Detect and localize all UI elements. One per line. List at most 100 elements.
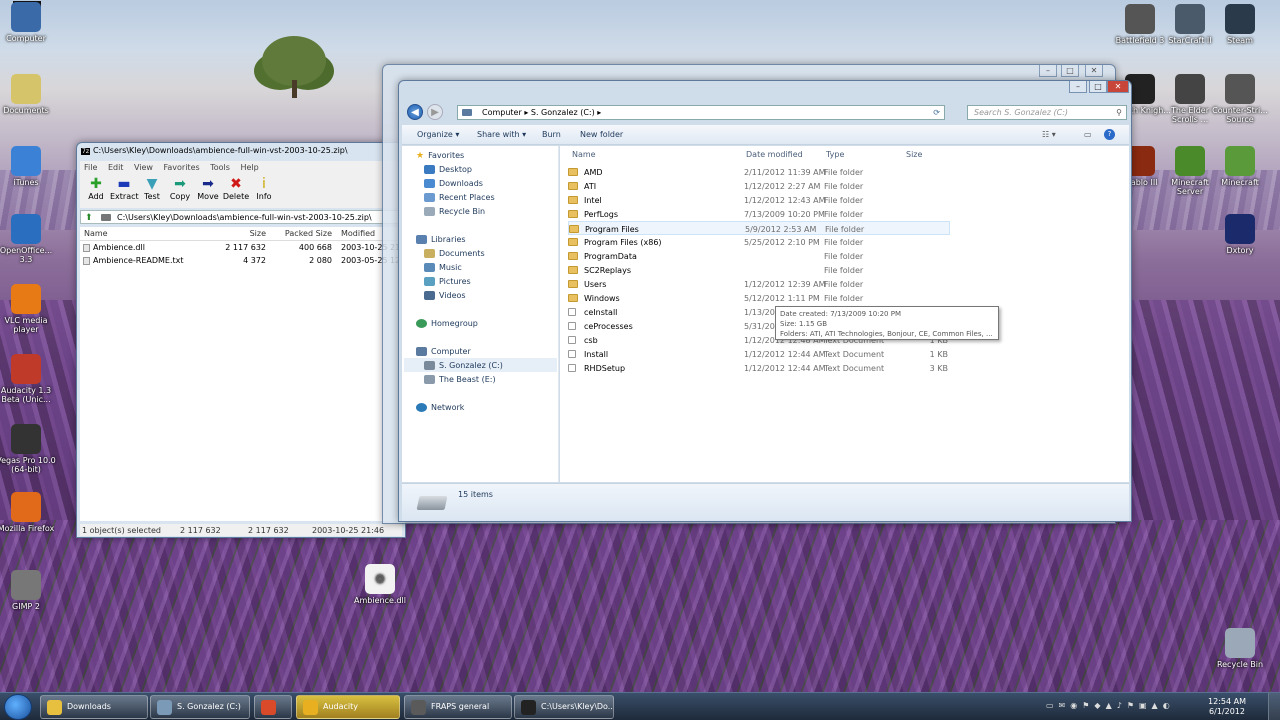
nav-homegroup[interactable]: Homegroup xyxy=(416,319,478,328)
close-button[interactable]: ✕ xyxy=(1107,81,1129,93)
view-options-icon[interactable]: ☷ ▾ xyxy=(1042,130,1056,139)
nav-desktop[interactable]: Desktop xyxy=(424,165,472,174)
folder-row[interactable]: Windows 5/12/2012 1:11 PM File folder xyxy=(568,291,950,305)
up-folder-icon[interactable]: ⬆ xyxy=(85,212,93,225)
file-row[interactable]: Install 1/12/2012 12:44 AM Text Document 1 … xyxy=(568,347,950,361)
burn-button[interactable]: Burn xyxy=(542,130,561,139)
search-input[interactable]: Search S. Gonzalez (C:) ⚲ xyxy=(967,105,1127,120)
folder-row[interactable]: SC2Replays File folder xyxy=(568,263,950,277)
menu-edit[interactable]: Edit xyxy=(108,163,124,172)
nav-computer[interactable]: Computer xyxy=(416,347,471,356)
new-folder-button[interactable]: New folder xyxy=(580,130,623,139)
taskbar-button-0[interactable]: Downloads xyxy=(40,695,148,719)
taskbar-button-2[interactable] xyxy=(254,695,292,719)
col-type[interactable]: Type xyxy=(826,150,844,159)
maximize-button[interactable]: □ xyxy=(1089,81,1107,93)
menu-tools[interactable]: Tools xyxy=(210,163,230,172)
folder-row[interactable]: ProgramData File folder xyxy=(568,249,950,263)
archive-row[interactable]: Ambience-README.txt 4 372 2 080 2003-05-25 … xyxy=(80,254,413,267)
back-button[interactable]: ◀ xyxy=(407,104,423,120)
organize-button[interactable]: Organize ▾ xyxy=(417,130,459,139)
file-row[interactable]: RHDSetup 1/12/2012 12:44 AM Text Document 3… xyxy=(568,361,950,375)
desktop-icon-itunes[interactable]: iTunes xyxy=(0,146,58,187)
clock[interactable]: 12:54 AM 6/1/2012 xyxy=(1208,697,1246,717)
col-size[interactable]: Size xyxy=(906,150,922,159)
sevenzip-address-bar[interactable]: ⬆ C:\Users\Kley\Downloads\ambience-full-… xyxy=(80,210,402,224)
breadcrumb-drive[interactable]: S. Gonzalez (C:) xyxy=(531,108,595,117)
minimize-button[interactable]: – xyxy=(1069,81,1087,93)
desktop-icon-vlc[interactable]: VLC media player xyxy=(0,284,58,334)
taskbar-button-3[interactable]: Audacity xyxy=(296,695,400,719)
archive-packed: 2 080 xyxy=(309,256,332,265)
col-packed-size[interactable]: Packed Size xyxy=(276,229,332,238)
explorer-address-bar[interactable]: Computer ▸ S. Gonzalez (C:) ▸ ⟳ xyxy=(457,105,945,120)
bg-minimize-button[interactable]: – xyxy=(1039,65,1057,77)
folder-row[interactable]: AMD 2/11/2012 11:39 AM File folder xyxy=(568,165,950,179)
taskbar-button-5[interactable]: C:\Users\Kley\Do... xyxy=(514,695,614,719)
col-size[interactable]: Size xyxy=(230,229,266,238)
nav-documents[interactable]: Documents xyxy=(424,249,485,258)
col-date-modified[interactable]: Date modified xyxy=(746,150,803,159)
preview-pane-icon[interactable]: ▭ xyxy=(1084,130,1092,139)
share-with-button[interactable]: Share with ▾ xyxy=(477,130,526,139)
desktop-icon-documents[interactable]: Documents xyxy=(0,74,58,115)
show-desktop-button[interactable] xyxy=(1268,693,1280,720)
nav-documents-label: Documents xyxy=(439,249,485,258)
nav-drive-e[interactable]: The Beast (E:) xyxy=(424,375,496,384)
col-modified[interactable]: Modified xyxy=(341,229,375,238)
desktop-icon-recycle-bin[interactable]: Recycle Bin xyxy=(1208,628,1272,669)
desktop-icon-counterstrike[interactable]: Counter-Stri... Source xyxy=(1208,74,1272,124)
desktop-icon-audacity[interactable]: Audacity 1.3 Beta (Unic... xyxy=(0,354,58,404)
archive-row[interactable]: Ambience.dll 2 117 632 400 668 2003-10-25 2… xyxy=(80,241,413,254)
bg-maximize-button[interactable]: □ xyxy=(1061,65,1079,77)
desktop-icon-dxtory[interactable]: Dxtory xyxy=(1208,214,1272,255)
test-button[interactable]: ▼ Test xyxy=(138,177,166,202)
folder-row[interactable]: Program Files (x86) 5/25/2012 2:10 PM File… xyxy=(568,235,950,249)
desktop-icon-computer[interactable]: Computer xyxy=(0,2,58,43)
col-name[interactable]: Name xyxy=(572,150,596,159)
sevenzip-window[interactable]: 7z C:\Users\Kley\Downloads\ambience-full-… xyxy=(76,142,413,538)
help-icon[interactable]: ? xyxy=(1104,129,1115,140)
copy-button[interactable]: ➡ Copy xyxy=(166,177,194,202)
desktop-icon-firefox[interactable]: Mozilla Firefox xyxy=(0,492,58,533)
nav-pictures[interactable]: Pictures xyxy=(424,277,471,286)
nav-favorites[interactable]: ★ Favorites xyxy=(416,151,464,161)
folder-row[interactable]: Users 1/12/2012 12:39 AM File folder xyxy=(568,277,950,291)
desktop-icon-minecraft[interactable]: Minecraft xyxy=(1208,146,1272,187)
col-name[interactable]: Name xyxy=(84,229,108,238)
menu-file[interactable]: File xyxy=(84,163,97,172)
add-button[interactable]: ✚ Add xyxy=(82,177,110,202)
taskbar-button-4[interactable]: FRAPS general xyxy=(404,695,512,719)
nav-videos[interactable]: Videos xyxy=(424,291,466,300)
nav-network[interactable]: Network xyxy=(416,403,464,412)
extract-button[interactable]: ▬ Extract xyxy=(110,177,139,202)
nav-downloads[interactable]: Downloads xyxy=(424,179,483,188)
start-button[interactable] xyxy=(4,694,32,720)
menu-help[interactable]: Help xyxy=(240,163,258,172)
nav-drive-c[interactable]: S. Gonzalez (C:) xyxy=(404,358,557,372)
desktop-icon-steam[interactable]: Steam xyxy=(1208,4,1272,45)
info-button[interactable]: i Info xyxy=(250,177,278,202)
forward-button[interactable]: ▶ xyxy=(427,104,443,120)
menu-favorites[interactable]: Favorites xyxy=(164,163,200,172)
nav-music[interactable]: Music xyxy=(424,263,462,272)
desktop-icon-openoffice[interactable]: OpenOffice... 3.3 xyxy=(0,214,58,264)
desktop-icon-vegas[interactable]: Vegas Pro 10.0 (64-bit) xyxy=(0,424,58,474)
folder-row[interactable]: Program Files 5/9/2012 2:53 AM File folder xyxy=(568,221,950,235)
refresh-icon[interactable]: ⟳ xyxy=(933,106,940,119)
nav-recycle-bin[interactable]: Recycle Bin xyxy=(424,207,485,216)
nav-libraries[interactable]: Libraries xyxy=(416,235,466,244)
menu-view[interactable]: View xyxy=(134,163,153,172)
desktop-file-ambience[interactable]: ⚙ Ambience.dll xyxy=(348,564,412,605)
desktop-icon-gimp[interactable]: GIMP 2 xyxy=(0,570,58,611)
nav-recent-places[interactable]: Recent Places xyxy=(424,193,495,202)
delete-button[interactable]: ✖ Delete xyxy=(222,177,250,202)
bg-close-button[interactable]: ✕ xyxy=(1085,65,1103,77)
folder-row[interactable]: ATI 1/12/2012 2:27 AM File folder xyxy=(568,179,950,193)
taskbar-button-1[interactable]: S. Gonzalez (C:) xyxy=(150,695,250,719)
move-button[interactable]: ➡ Move xyxy=(194,177,222,202)
breadcrumb-computer[interactable]: Computer xyxy=(482,108,522,117)
explorer-window[interactable]: – □ ✕ ◀ ▶ Computer ▸ S. Gonzalez (C:) ▸ … xyxy=(398,80,1132,522)
folder-row[interactable]: Intel 1/12/2012 12:43 AM File folder xyxy=(568,193,950,207)
folder-row[interactable]: PerfLogs 7/13/2009 10:20 PM File folder xyxy=(568,207,950,221)
